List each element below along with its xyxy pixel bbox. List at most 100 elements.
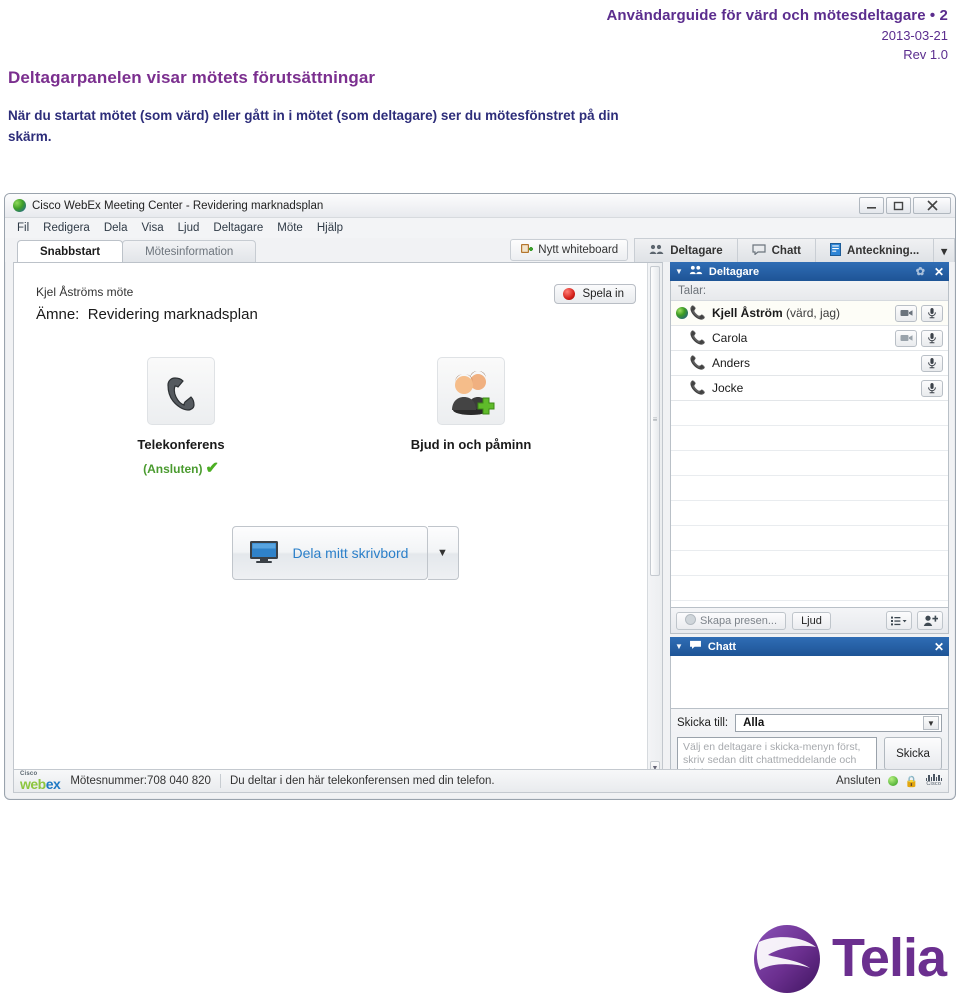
close-icon[interactable] [913, 197, 951, 214]
status-bar: Cisco webex Mötesnummer:708 040 820 Du d… [13, 769, 949, 793]
participant-actions [921, 379, 948, 397]
record-button[interactable]: Spela in [554, 284, 636, 304]
participant-name-text: Kjell Åström [712, 306, 783, 320]
invite-participant-button[interactable] [917, 611, 943, 630]
menu-bar: Fil Redigera Dela Visa Ljud Deltagare Mö… [5, 218, 955, 238]
participants-panel-icon [689, 265, 703, 278]
make-presenter-label: Skapa presen... [700, 614, 778, 627]
video-icon[interactable] [895, 304, 917, 322]
participants-list[interactable]: 📞 Kjell Åström (värd, jag) 📞 Carola 📞 An… [671, 301, 948, 607]
participants-toolbar: Skapa presen... Ljud [670, 608, 949, 634]
panel-tabs-overflow-caret[interactable]: ▾ [933, 238, 955, 262]
collapse-caret-icon[interactable]: ▼ [675, 642, 683, 651]
list-item [671, 501, 948, 526]
table-row[interactable]: 📞 Kjell Åström (värd, jag) [671, 301, 948, 326]
close-panel-icon[interactable]: ✕ [934, 265, 944, 279]
make-presenter-button[interactable]: Skapa presen... [676, 611, 787, 630]
panel-tab-chatt[interactable]: Chatt [736, 238, 816, 262]
meeting-subject: Ämne: Revidering marknadsplan [36, 306, 662, 323]
video-icon[interactable] [895, 329, 917, 347]
check-icon: ✔ [205, 460, 219, 477]
speaking-label: Talar: [671, 281, 948, 301]
meeting-subject-value: Revidering marknadsplan [87, 306, 258, 323]
table-row[interactable]: 📞 Jocke [671, 376, 948, 401]
document-date: 2013-03-21 [881, 28, 949, 43]
telia-wordmark: Telia [831, 928, 947, 988]
panel-tab-deltagare[interactable]: Deltagare [634, 238, 737, 262]
mute-icon[interactable] [921, 329, 943, 347]
page-body-text: När du startat mötet (som värd) eller gå… [8, 108, 619, 144]
new-whiteboard-button[interactable]: Nytt whiteboard [510, 239, 629, 261]
mute-icon[interactable] [921, 304, 943, 322]
cisco-logo: Cisco [925, 774, 942, 788]
participants-panel-header: ▼ Deltagare ✿ ✕ [670, 262, 949, 281]
teleconference-label: Telekonferens [137, 437, 225, 452]
menu-item-dela[interactable]: Dela [104, 222, 128, 234]
webex-logo: Cisco webex [20, 771, 61, 791]
send-to-select[interactable]: Alla ▼ [735, 714, 942, 732]
phone-icon: 📞 [689, 305, 707, 320]
status-divider [219, 774, 221, 788]
scrollbar-grip-icon: ≡ [652, 414, 658, 424]
gear-icon[interactable]: ✿ [916, 265, 925, 278]
page-title: Deltagarpanelen visar mötets förutsättni… [8, 68, 376, 87]
list-item [671, 476, 948, 501]
menu-item-fil[interactable]: Fil [17, 222, 29, 234]
chat-message-input[interactable]: Välj en deltagare i skicka-menyn först, … [677, 737, 877, 779]
whiteboard-icon [520, 242, 534, 258]
share-desktop-button[interactable]: Dela mitt skrivbord [231, 526, 428, 580]
invite-remind-action[interactable]: Bjud in och påminn [326, 357, 616, 478]
globe-placeholder [676, 382, 688, 394]
chat-message-area [670, 656, 949, 709]
record-icon [563, 288, 576, 300]
share-desktop-caret[interactable]: ▼ [427, 526, 459, 580]
menu-item-hjalp[interactable]: Hjälp [317, 222, 343, 234]
menu-item-redigera[interactable]: Redigera [43, 222, 90, 234]
audio-button-label: Ljud [801, 614, 822, 627]
tab-snabbstart[interactable]: Snabbstart [17, 240, 124, 262]
maximize-icon[interactable] [886, 197, 911, 214]
menu-item-mote[interactable]: Möte [277, 222, 303, 234]
collapse-caret-icon[interactable]: ▼ [675, 267, 683, 276]
close-panel-icon[interactable]: ✕ [934, 640, 944, 654]
audio-button[interactable]: Ljud [792, 611, 831, 630]
participants-icon [649, 244, 664, 258]
table-row[interactable]: 📞 Anders [671, 351, 948, 376]
globe-placeholder [676, 332, 688, 344]
list-item [671, 426, 948, 451]
main-scrollbar[interactable]: ≡ ▼ [647, 263, 662, 777]
chat-compose-area: Skicka till: Alla ▼ Välj en deltagare i … [670, 709, 949, 779]
chat-panel-header: ▼ Chatt ✕ [670, 637, 949, 656]
send-button[interactable]: Skicka [884, 737, 942, 770]
teleconference-action[interactable]: Telekonferens (Ansluten) ✔ [36, 357, 326, 478]
tab-bar-right: Nytt whiteboard Deltagare Chatt Anteckni… [510, 238, 955, 262]
meeting-number: Mötesnummer:708 040 820 [70, 775, 211, 787]
lock-icon: 🔒 [904, 775, 919, 788]
menu-item-ljud[interactable]: Ljud [178, 222, 200, 234]
window-title-text: Cisco WebEx Meeting Center - Revidering … [32, 199, 324, 212]
panel-tab-anteckningar[interactable]: Anteckning... [815, 238, 934, 262]
status-message: Du deltar i den här telekonferensen med … [229, 775, 495, 787]
monitor-icon [249, 540, 279, 567]
webex-meeting-window: Cisco WebEx Meeting Center - Revidering … [4, 193, 956, 800]
list-item [671, 526, 948, 551]
teleconference-status-text: (Ansluten) [143, 462, 203, 476]
table-row[interactable]: 📞 Carola [671, 326, 948, 351]
menu-item-visa[interactable]: Visa [141, 222, 163, 234]
connection-indicator-icon [887, 776, 898, 786]
chevron-down-icon[interactable]: ▼ [923, 716, 939, 730]
notes-icon [830, 242, 842, 259]
mute-icon[interactable] [921, 379, 943, 397]
list-item [671, 451, 948, 476]
telia-logo: Telia [750, 922, 947, 994]
main-scrollbar-thumb[interactable]: ≡ [650, 266, 660, 576]
menu-item-deltagare[interactable]: Deltagare [213, 222, 263, 234]
tab-motesinformation[interactable]: Mötesinformation [122, 240, 257, 262]
connection-status: Ansluten [836, 775, 881, 787]
minimize-icon[interactable] [859, 197, 884, 214]
quick-start-panel: Kjel Åströms möte Ämne: Revidering markn… [13, 262, 663, 778]
list-options-button[interactable] [886, 611, 912, 630]
mute-icon[interactable] [921, 354, 943, 372]
quick-start-actions: Telekonferens (Ansluten) ✔ Bjud in och p… [14, 357, 662, 478]
webex-logo-word: webex [20, 777, 61, 791]
